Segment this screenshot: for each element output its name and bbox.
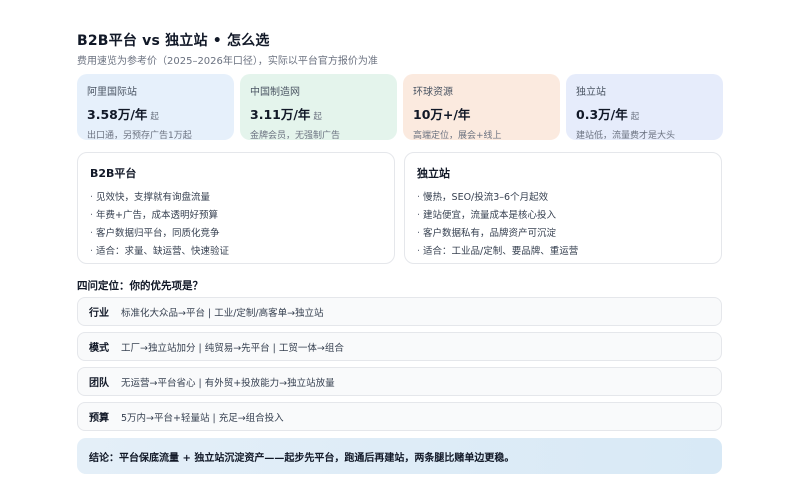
positioning-row-text: 5万内→平台+轻量站 | 充足→组合投入 bbox=[121, 412, 284, 424]
b2b-pros-cons-list: 见效快，支撑就有询盘流量 年费+广告，成本透明好预算 客户数据归平台，同质化竞争… bbox=[90, 189, 382, 261]
price-card-name: 环球资源 bbox=[413, 87, 453, 98]
page-subtitle: 费用速览为参考价（2025–2026年口径），实际以平台官方报价为准 bbox=[77, 56, 378, 67]
conclusion-banner: 结论： 平台保底流量 + 独立站沉淀资产——起步先平台，跑通后再建站，两条腿比赌… bbox=[77, 438, 722, 474]
list-item: 见效快，支撑就有询盘流量 bbox=[90, 189, 382, 207]
price-card-name: 独立站 bbox=[576, 87, 606, 98]
price-card-made-in-china: 中国制造网 3.11万/年起 金牌会员，无强制广告 bbox=[240, 74, 397, 141]
b2b-platform-card: B2B平台 见效快，支撑就有询盘流量 年费+广告，成本透明好预算 客户数据归平台… bbox=[77, 152, 395, 264]
independent-site-card: 独立站 慢热，SEO/投流3–6个月起效 建站便宜，流量成本是核心投入 客户数据… bbox=[404, 152, 722, 264]
price-card-price: 10万+/年 bbox=[413, 107, 471, 122]
price-card-price: 3.58万/年起 bbox=[87, 107, 159, 122]
b2b-card-title: B2B平台 bbox=[90, 167, 137, 180]
price-card-unit: 起 bbox=[313, 112, 322, 122]
site-pros-cons-list: 慢热，SEO/投流3–6个月起效 建站便宜，流量成本是核心投入 客户数据私有，品… bbox=[417, 189, 709, 261]
list-item: 年费+广告，成本透明好预算 bbox=[90, 207, 382, 225]
positioning-row-text: 标准化大众品→平台 | 工业/定制/高客单→独立站 bbox=[121, 307, 324, 319]
price-card-note: 建站低，流量费才是大头 bbox=[576, 131, 676, 141]
list-item: 适合：工业品/定制、要品牌、重运营 bbox=[417, 243, 709, 261]
price-card-independent-site: 独立站 0.3万/年起 建站低，流量费才是大头 bbox=[566, 74, 723, 141]
list-item: 慢热，SEO/投流3–6个月起效 bbox=[417, 189, 709, 207]
positioning-row-industry: 行业 标准化大众品→平台 | 工业/定制/高客单→独立站 bbox=[77, 297, 722, 326]
positioning-heading: 四问定位：你的优先项是？ bbox=[77, 280, 203, 292]
price-card-note: 出口通，另预存广告1万起 bbox=[87, 131, 192, 141]
list-item: 适合：求量、缺运营、快速验证 bbox=[90, 243, 382, 261]
positioning-row-model: 模式 工厂→独立站加分 | 纯贸易→先平台 | 工贸一体→组合 bbox=[77, 332, 722, 361]
list-item: 建站便宜，流量成本是核心投入 bbox=[417, 207, 709, 225]
list-item: 客户数据归平台，同质化竞争 bbox=[90, 225, 382, 243]
price-card-note: 高端定位，展会+线上 bbox=[413, 131, 502, 141]
price-card-name: 阿里国际站 bbox=[87, 87, 137, 98]
positioning-row-label: 行业 bbox=[89, 308, 109, 319]
positioning-row-team: 团队 无运营→平台省心 | 有外贸+投放能力→独立站放量 bbox=[77, 367, 722, 396]
positioning-row-label: 团队 bbox=[89, 378, 109, 389]
site-card-title: 独立站 bbox=[417, 167, 450, 180]
positioning-row-text: 工厂→独立站加分 | 纯贸易→先平台 | 工贸一体→组合 bbox=[121, 342, 344, 354]
list-item: 客户数据私有，品牌资产可沉淀 bbox=[417, 225, 709, 243]
page-title: B2B平台 vs 独立站 • 怎么选 bbox=[77, 33, 270, 49]
price-card-global-sources: 环球资源 10万+/年 高端定位，展会+线上 bbox=[403, 74, 560, 141]
price-card-unit: 起 bbox=[150, 112, 159, 122]
price-card-alibaba: 阿里国际站 3.58万/年起 出口通，另预存广告1万起 bbox=[77, 74, 234, 141]
positioning-row-text: 无运营→平台省心 | 有外贸+投放能力→独立站放量 bbox=[121, 377, 335, 389]
conclusion-text: 平台保底流量 + 独立站沉淀资产——起步先平台，跑通后再建站，两条腿比赌单边更稳… bbox=[119, 452, 515, 464]
price-card-price: 0.3万/年起 bbox=[576, 107, 640, 122]
price-card-unit: 起 bbox=[630, 112, 640, 122]
positioning-row-label: 模式 bbox=[89, 343, 109, 354]
price-card-note: 金牌会员，无强制广告 bbox=[250, 131, 341, 141]
conclusion-label: 结论： bbox=[89, 452, 119, 464]
price-card-price: 3.11万/年起 bbox=[250, 107, 322, 122]
price-card-name: 中国制造网 bbox=[250, 87, 300, 98]
positioning-row-budget: 预算 5万内→平台+轻量站 | 充足→组合投入 bbox=[77, 402, 722, 431]
positioning-row-label: 预算 bbox=[89, 413, 109, 424]
